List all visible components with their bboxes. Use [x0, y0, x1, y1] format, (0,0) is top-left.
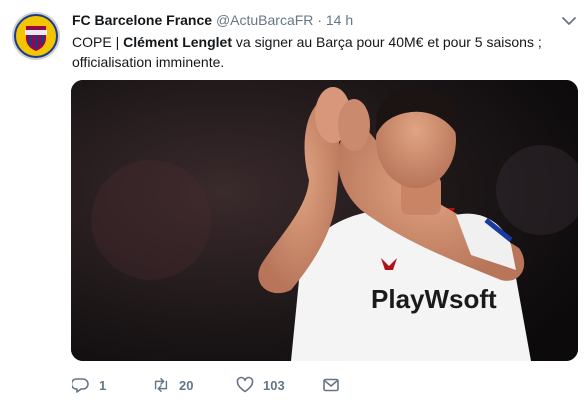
like-button[interactable]: 103: [236, 376, 322, 394]
chevron-down-icon[interactable]: [560, 14, 578, 28]
tweet-text-name: Clément Lenglet: [123, 34, 232, 50]
like-count: 103: [263, 377, 285, 393]
reply-button[interactable]: 1: [72, 376, 152, 394]
retweet-button[interactable]: 20: [152, 376, 236, 394]
timestamp[interactable]: 14 h: [326, 12, 353, 28]
message-button[interactable]: [322, 376, 340, 394]
tweet-actions: 1 20 103: [72, 373, 472, 397]
tweet-text: COPE | Clément Lenglet va signer au Barç…: [72, 32, 552, 72]
player-photo: PlayWsoft: [71, 80, 578, 361]
like-icon: [236, 376, 254, 393]
tweet-image[interactable]: PlayWsoft: [71, 80, 578, 361]
shirt-sponsor: PlayWsoft: [371, 284, 497, 314]
message-icon: [323, 378, 339, 392]
avatar[interactable]: [12, 12, 60, 60]
tweet-text-prefix: COPE |: [72, 34, 124, 50]
retweet-count: 20: [179, 377, 194, 393]
tweet-header: FC Barcelone France @ActuBarcaFR · 14 h: [72, 11, 558, 31]
reply-icon: [72, 378, 89, 393]
separator: ·: [317, 12, 322, 28]
retweet-icon: [154, 377, 168, 393]
author-name[interactable]: FC Barcelone France: [72, 12, 212, 28]
author-handle[interactable]: @ActuBarcaFR: [216, 12, 313, 28]
club-logo: [12, 12, 60, 60]
reply-count: 1: [99, 377, 107, 393]
